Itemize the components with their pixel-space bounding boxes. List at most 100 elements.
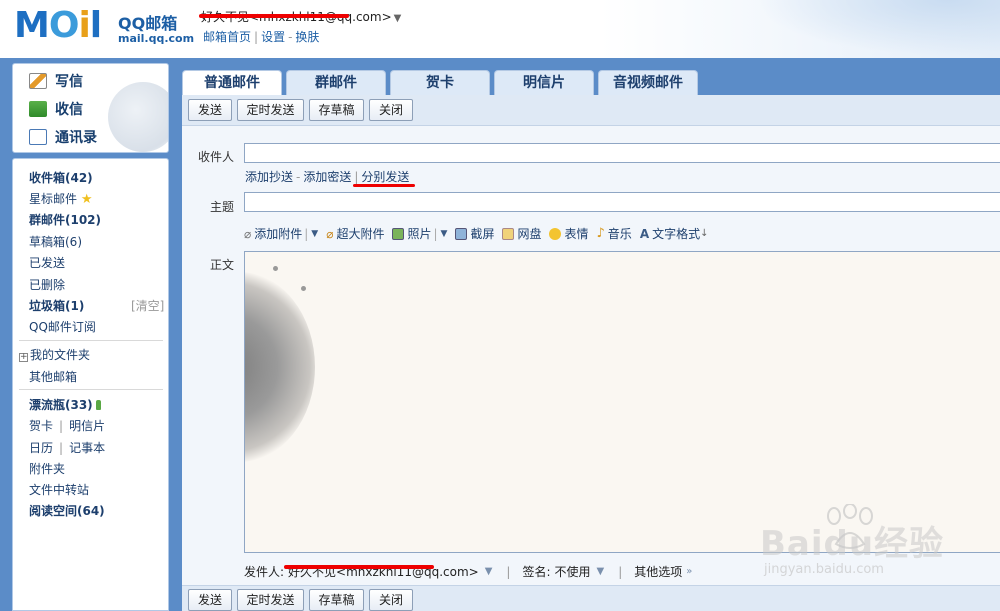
double-chevron-icon[interactable]: »: [686, 566, 692, 577]
more-options-link[interactable]: 其他选项: [634, 563, 682, 580]
link-calendar[interactable]: 日历: [29, 441, 53, 455]
separate-send-link[interactable]: 分别发送: [361, 170, 409, 184]
download-icon: [29, 101, 47, 117]
tab-av-mail[interactable]: 音视频邮件: [598, 70, 698, 96]
folder-drafts[interactable]: 草稿箱(6): [29, 233, 82, 250]
to-field[interactable]: [244, 143, 1000, 163]
folder-starred[interactable]: 星标邮件 ★: [29, 190, 93, 207]
music-button[interactable]: ♪ 音乐: [597, 225, 632, 242]
disk-button[interactable]: 网盘: [502, 225, 541, 242]
logo-wordmark: MOil: [14, 5, 102, 46]
redaction-mark: [284, 565, 434, 569]
link-notes[interactable]: 记事本: [69, 441, 105, 455]
clear-spam-link[interactable]: [清空]: [131, 297, 164, 314]
ink-dot: [301, 286, 306, 291]
folder-inbox[interactable]: 收件箱(42): [29, 169, 93, 186]
folder-myfolders-label: 我的文件夹: [30, 348, 91, 362]
attach-button[interactable]: ⌀ 添加附件 | ▼: [244, 225, 318, 242]
format-button[interactable]: A 文字格式 ↓: [640, 225, 709, 242]
inbox-label: 收信: [55, 102, 83, 118]
photo-button[interactable]: 照片 | ▼: [392, 225, 447, 242]
folder-other[interactable]: 其他邮箱: [29, 368, 77, 385]
expand-icon[interactable]: +: [19, 353, 28, 362]
chevron-down-icon[interactable]: ▼: [597, 566, 605, 577]
contacts-label: 通讯录: [55, 130, 97, 146]
body-editor[interactable]: [244, 251, 1000, 553]
emoji-button[interactable]: 表情: [549, 225, 589, 242]
contacts-link[interactable]: 通讯录: [29, 127, 97, 147]
screenshot-label: 截屏: [470, 227, 495, 241]
send-button[interactable]: 发送: [188, 99, 232, 121]
chevron-down-icon[interactable]: ▼: [485, 566, 493, 577]
folder-spam[interactable]: 垃圾箱(1): [29, 297, 84, 314]
link-mail-home[interactable]: 邮箱首页: [203, 30, 251, 44]
divider: [19, 340, 163, 341]
save-draft-button[interactable]: 存草稿: [309, 589, 364, 611]
chevron-down-icon[interactable]: ▼: [441, 229, 448, 239]
editor-toolbar: ⌀ 添加附件 | ▼ ⌀ 超大附件 照片 | ▼ 截屏 网盘 表情 ♪ 音乐 A 文字格式 ↓: [244, 225, 717, 242]
folder-attachments[interactable]: 附件夹: [29, 460, 65, 477]
redaction-mark: [199, 14, 349, 18]
calendar-row: 日历 | 记事本: [29, 441, 106, 455]
folder-list: 收件箱(42) 星标邮件 ★ 群邮件(102) 草稿箱(6) 已发送 已删除 垃…: [12, 158, 169, 611]
compose-link[interactable]: 写信: [29, 71, 83, 91]
drift-bottle[interactable]: 漂流瓶(33): [29, 396, 101, 413]
disk-label: 网盘: [517, 227, 542, 241]
header-decoration: [740, 0, 1000, 60]
body-label: 正文: [209, 258, 234, 272]
pencil-icon: [29, 73, 47, 89]
scheduled-send-button[interactable]: 定时发送: [237, 589, 304, 611]
quick-actions: 写信 收信 通讯录: [12, 63, 169, 153]
scheduled-send-button[interactable]: 定时发送: [237, 99, 304, 121]
tab-postcard[interactable]: 明信片: [494, 70, 594, 96]
folder-deleted[interactable]: 已删除: [29, 276, 65, 293]
header: MOil QQ邮箱 mail.qq.com 好久不见<mhxzkhl11@qq.…: [0, 0, 1000, 60]
toolbar-top: 发送 定时发送 存草稿 关闭: [182, 95, 1000, 126]
logo-url: mail.qq.com: [118, 32, 195, 45]
signature-select[interactable]: 不使用: [555, 563, 591, 580]
bottle-icon: [95, 400, 101, 410]
tab-group-mail[interactable]: 群邮件: [286, 70, 386, 96]
compose-form: 收件人 添加抄送 - 添加密送 | 分别发送 主题 ⌀ 添加附件 | ▼ ⌀ 超大附件 照片 | ▼…: [182, 126, 1000, 585]
send-button[interactable]: 发送: [188, 589, 232, 611]
chevron-down-icon[interactable]: ▼: [311, 229, 318, 239]
folder-sent[interactable]: 已发送: [29, 254, 65, 271]
recipient-options: 添加抄送 - 添加密送 | 分别发送: [245, 170, 410, 184]
card-row: 贺卡 | 明信片: [29, 419, 106, 433]
link-card[interactable]: 贺卡: [29, 419, 53, 433]
smiley-icon: [549, 227, 562, 240]
link-settings[interactable]: 设置: [261, 30, 285, 44]
link-skin[interactable]: 换肤: [295, 30, 319, 44]
tab-card[interactable]: 贺卡: [390, 70, 490, 96]
annotation-underline: [353, 184, 415, 187]
signature-label: 签名:: [522, 565, 551, 579]
folder-transfer[interactable]: 文件中转站: [29, 481, 89, 498]
music-label: 音乐: [607, 227, 632, 241]
text-format-icon: A: [639, 226, 650, 241]
close-button[interactable]: 关闭: [369, 589, 413, 611]
mascot-decoration: [108, 82, 168, 152]
close-button[interactable]: 关闭: [369, 99, 413, 121]
subject-label: 主题: [209, 200, 234, 214]
tab-normal-mail[interactable]: 普通邮件: [182, 70, 282, 97]
add-cc-link[interactable]: 添加抄送: [245, 170, 293, 184]
chevron-down-icon[interactable]: ▼: [394, 13, 402, 24]
link-postcard[interactable]: 明信片: [69, 419, 105, 433]
folder-starred-label: 星标邮件: [29, 192, 78, 206]
toolbar-bottom: 发送 定时发送 存草稿 关闭: [182, 585, 1000, 611]
attach-label: 添加附件: [254, 227, 303, 241]
folder-subscribe[interactable]: QQ邮件订阅: [29, 318, 96, 335]
add-bcc-link[interactable]: 添加密送: [303, 170, 351, 184]
big-attach-button[interactable]: ⌀ 超大附件: [326, 225, 384, 242]
folder-group[interactable]: 群邮件(102): [29, 211, 101, 228]
subject-field[interactable]: [244, 192, 1000, 212]
screenshot-button[interactable]: 截屏: [455, 225, 494, 242]
inbox-link[interactable]: 收信: [29, 99, 83, 119]
logo-brand: QQ邮箱: [118, 14, 178, 33]
save-draft-button[interactable]: 存草稿: [309, 99, 364, 121]
compose-label: 写信: [55, 74, 83, 90]
folder-reading[interactable]: 阅读空间(64): [29, 502, 105, 519]
big-paperclip-icon: ⌀: [326, 226, 334, 241]
emoji-label: 表情: [564, 227, 589, 241]
folder-myfolders[interactable]: + 我的文件夹: [19, 346, 90, 363]
